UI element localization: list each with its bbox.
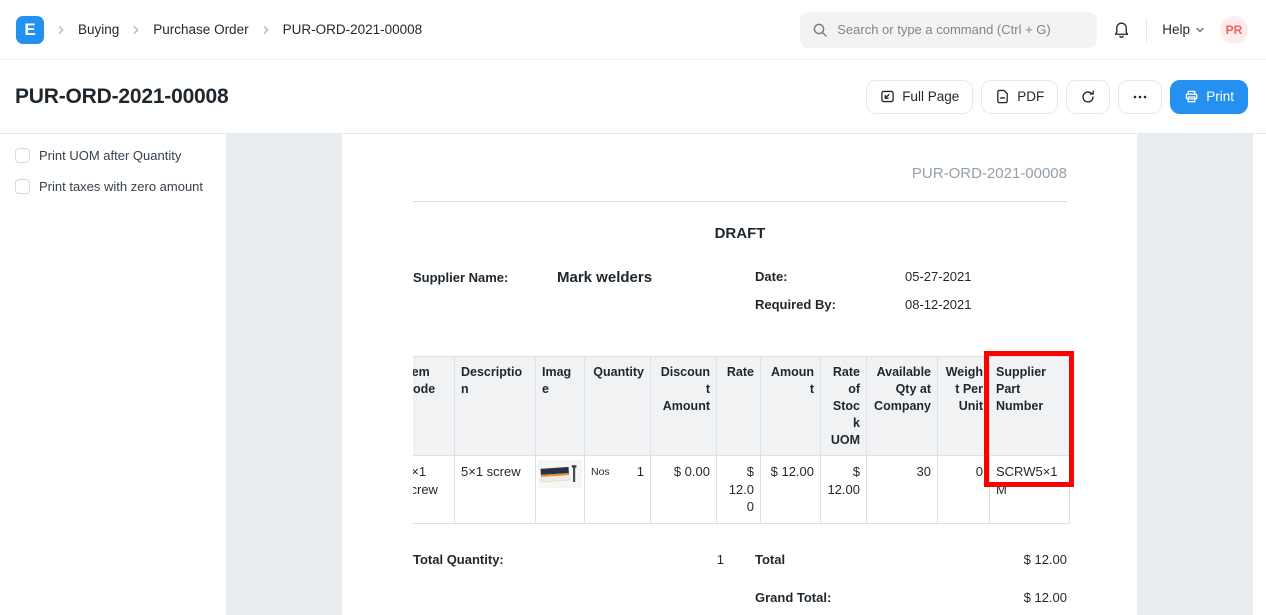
print-label: Print <box>1206 89 1234 104</box>
cell-available-qty: 30 <box>867 456 938 524</box>
product-image <box>538 460 582 488</box>
total-value: $ 12.00 <box>905 552 1067 567</box>
cell-amount: $ 12.00 <box>761 456 821 524</box>
total-label: Total <box>755 552 905 567</box>
col-quantity: Quantity <box>585 357 651 456</box>
navbar: E Buying Purchase Order PUR-ORD-2021-000… <box>0 0 1266 60</box>
printer-icon <box>1184 89 1199 104</box>
help-menu[interactable]: Help <box>1162 22 1205 37</box>
col-rate: Rate <box>717 357 761 456</box>
print-page: PUR-ORD-2021-00008 DRAFT Supplier Name: … <box>342 134 1137 615</box>
page-actions: Full Page PDF Print <box>866 80 1248 114</box>
navbar-right: Help PR <box>800 12 1248 48</box>
checkbox-label: Print taxes with zero amount <box>39 179 203 194</box>
checkbox-print-uom-after-quantity[interactable]: Print UOM after Quantity <box>15 148 216 163</box>
cell-description: 5×1 screw <box>455 456 536 524</box>
date-value: 05-27-2021 <box>905 269 972 284</box>
checkbox-icon[interactable] <box>15 179 30 194</box>
more-actions-button[interactable] <box>1118 80 1162 114</box>
pdf-file-icon <box>995 89 1010 104</box>
chevron-right-icon <box>261 25 271 35</box>
cell-supplier-part-number: SCRW5×1M <box>990 456 1070 524</box>
chevron-down-icon <box>1195 25 1205 35</box>
cell-image <box>536 456 585 524</box>
print-button[interactable]: Print <box>1170 80 1248 114</box>
search-icon <box>812 22 828 38</box>
table-row: 5×1 screw 5×1 screw <box>413 456 1070 524</box>
col-supplier-part-number: Supplier Part Number <box>990 357 1070 456</box>
grand-total-value: $ 12.00 <box>905 590 1067 605</box>
erpnext-logo[interactable]: E <box>16 16 44 44</box>
ellipsis-icon <box>1132 89 1148 105</box>
chevron-right-icon <box>131 25 141 35</box>
col-description: Description <box>455 357 536 456</box>
full-page-label: Full Page <box>902 89 959 104</box>
workspace: Print UOM after Quantity Print taxes wit… <box>0 134 1266 615</box>
col-discount-amount: Discount Amount <box>651 357 717 456</box>
cell-rate: $ 12.00 <box>717 456 761 524</box>
breadcrumb-item-purchase-order[interactable]: Purchase Order <box>153 22 248 37</box>
pdf-button[interactable]: PDF <box>981 80 1058 114</box>
bell-icon <box>1112 20 1131 39</box>
scrollbar-track[interactable] <box>1253 134 1266 615</box>
total-quantity-value: 1 <box>717 552 724 615</box>
print-preview-area: PUR-ORD-2021-00008 DRAFT Supplier Name: … <box>226 134 1253 615</box>
cell-weight-per-unit: 0 <box>938 456 990 524</box>
user-avatar[interactable]: PR <box>1220 16 1248 44</box>
chevron-right-icon <box>56 25 66 35</box>
cell-item-code: 5×1 screw <box>413 456 455 524</box>
supplier-name-label: Supplier Name: <box>413 270 557 285</box>
document-info: Supplier Name: Mark welders Date: 05-27-… <box>413 269 1067 325</box>
refresh-button[interactable] <box>1066 80 1110 114</box>
checkbox-label: Print UOM after Quantity <box>39 148 181 163</box>
search-input[interactable] <box>837 22 1085 37</box>
col-image: Image <box>536 357 585 456</box>
total-quantity-label: Total Quantity: <box>413 552 504 615</box>
breadcrumb-item-buying[interactable]: Buying <box>78 22 119 37</box>
global-search[interactable] <box>800 12 1097 48</box>
breadcrumb-item-current[interactable]: PUR-ORD-2021-00008 <box>283 22 423 37</box>
uom-value: Nos <box>591 463 610 479</box>
totals-section: Total Quantity: 1 Total $ 12.00 Grand To… <box>413 552 1067 615</box>
cell-discount-amount: $ 0.00 <box>651 456 717 524</box>
cell-quantity: Nos 1 <box>585 456 651 524</box>
help-label: Help <box>1162 22 1190 37</box>
grand-total-label: Grand Total: <box>755 590 905 605</box>
full-page-icon <box>880 89 895 104</box>
col-available-qty: Available Qty at Company <box>867 357 938 456</box>
cell-rate-of-stock-uom: $ 12.00 <box>821 456 867 524</box>
required-by-label: Required By: <box>755 297 905 312</box>
full-page-button[interactable]: Full Page <box>866 80 973 114</box>
table-header-row: Item Code Description Image Quantity Dis… <box>413 357 1070 456</box>
col-item-code: Item Code <box>413 357 455 456</box>
date-label: Date: <box>755 269 905 284</box>
breadcrumb: E Buying Purchase Order PUR-ORD-2021-000… <box>16 16 422 44</box>
supplier-name-value: Mark welders <box>557 269 652 286</box>
quantity-value: 1 <box>637 463 644 481</box>
pdf-label: PDF <box>1017 89 1044 104</box>
col-weight-per-unit: Weight Per Unit <box>938 357 990 456</box>
page-head: PUR-ORD-2021-00008 Full Page PDF <box>0 60 1266 134</box>
col-rate-of-stock-uom: Rate of Stock UOM <box>821 357 867 456</box>
page-title: PUR-ORD-2021-00008 <box>15 85 229 109</box>
refresh-icon <box>1080 89 1096 105</box>
print-settings-sidebar: Print UOM after Quantity Print taxes wit… <box>0 134 226 615</box>
status-draft: DRAFT <box>413 225 1067 242</box>
items-table-section: Item Code Description Image Quantity Dis… <box>413 356 1067 524</box>
document-heading: PUR-ORD-2021-00008 <box>413 165 1067 202</box>
checkbox-icon[interactable] <box>15 148 30 163</box>
col-amount: Amount <box>761 357 821 456</box>
checkbox-print-taxes-zero-amount[interactable]: Print taxes with zero amount <box>15 179 216 194</box>
required-by-value: 08-12-2021 <box>905 297 972 312</box>
notifications-button[interactable] <box>1112 20 1131 39</box>
navbar-divider <box>1146 18 1147 42</box>
items-table: Item Code Description Image Quantity Dis… <box>413 356 1070 524</box>
